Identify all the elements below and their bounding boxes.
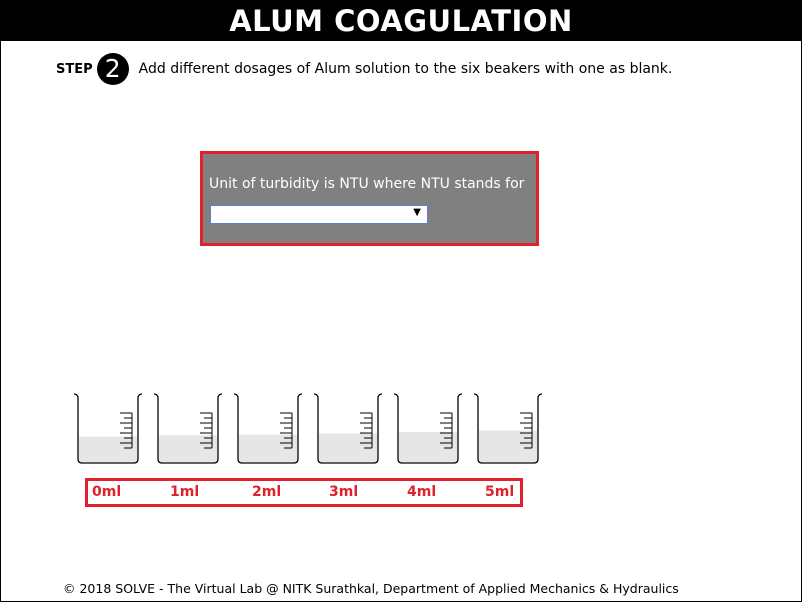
step-instruction-row: STEP 2 Add different dosages of Alum sol… (56, 53, 672, 85)
beaker-3ml[interactable] (312, 391, 384, 467)
beaker-0ml[interactable] (72, 391, 144, 467)
footer-copyright: © 2018 SOLVE - The Virtual Lab @ NITK Su… (63, 581, 679, 596)
dosage-label-1ml: 1ml (170, 484, 200, 500)
dosage-label-3ml: 3ml (329, 484, 359, 500)
dosage-label-5ml: 5ml (485, 484, 515, 500)
beaker-liquid (79, 436, 137, 462)
dosage-label-4ml: 4ml (407, 484, 437, 500)
chevron-down-icon: ▼ (413, 207, 421, 218)
dosage-label-2ml: 2ml (252, 484, 282, 500)
dosage-labels-box: 0ml 1ml 2ml 3ml 4ml 5ml (85, 478, 523, 507)
beaker-liquid (399, 431, 457, 462)
app-frame: ALUM COAGULATION STEP 2 Add different do… (0, 0, 802, 602)
step-instruction-text: Add different dosages of Alum solution t… (138, 61, 673, 77)
quiz-question-text: Unit of turbidity is NTU where NTU stand… (209, 176, 525, 192)
beaker-5ml[interactable] (472, 391, 544, 467)
step-label: STEP (56, 61, 93, 77)
beaker-2ml[interactable] (232, 391, 304, 467)
step-number-badge: 2 (96, 53, 129, 85)
ntu-answer-dropdown[interactable]: ▼ (210, 205, 428, 224)
beaker-4ml[interactable] (392, 391, 464, 467)
quiz-panel: Unit of turbidity is NTU where NTU stand… (200, 151, 539, 246)
beaker-liquid (479, 430, 537, 462)
beaker-liquid (159, 435, 217, 462)
beaker-1ml[interactable] (152, 391, 224, 467)
page-title: ALUM COAGULATION (1, 1, 801, 41)
dosage-label-0ml: 0ml (92, 484, 122, 500)
